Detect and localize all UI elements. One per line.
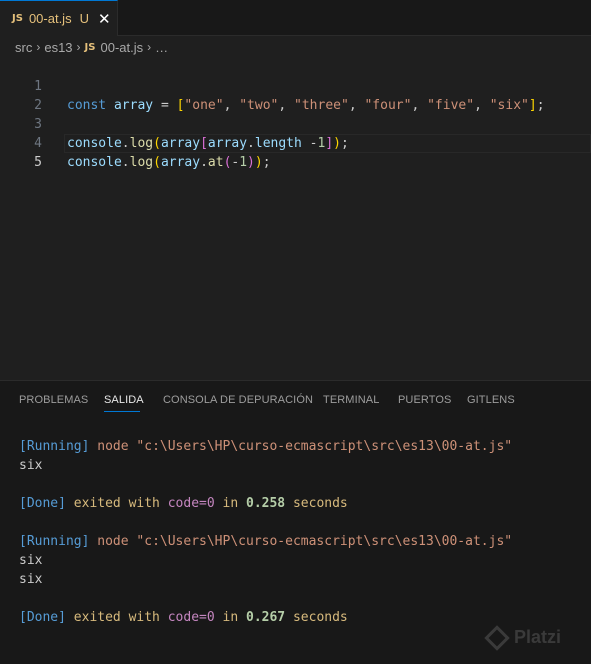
breadcrumb-more[interactable]: … [155, 40, 168, 55]
tab-terminal[interactable]: TERMINAL [323, 394, 379, 406]
output-line: [Running] node "c:\Users\HP\curso-ecmasc… [19, 534, 513, 549]
editor-tab-bar: JS 00-at.js U ✕ [0, 0, 591, 36]
breadcrumb: src › es13 › JS 00-at.js › … [0, 36, 591, 58]
tab-output[interactable]: SALIDA [104, 394, 144, 406]
tab-gitlens[interactable]: GITLENS [467, 394, 515, 406]
js-file-icon: JS [84, 41, 96, 53]
chevron-right-icon: › [36, 40, 41, 54]
code-line: 4 console.log(array.at(-1)); [0, 115, 591, 170]
chevron-right-icon: › [147, 40, 152, 54]
output-line: six [19, 458, 43, 473]
platzi-logo-icon [484, 624, 510, 651]
output-line: [Running] node "c:\Users\HP\curso-ecmasc… [19, 439, 513, 454]
code-line: 1 const array = ["one", "two", "three", … [0, 58, 591, 113]
code-editor[interactable]: 1 const array = ["one", "two", "three", … [0, 58, 591, 380]
output-line: six [19, 572, 43, 587]
active-tab-indicator [104, 411, 140, 412]
breadcrumb-src[interactable]: src [15, 40, 32, 55]
code-line: 3 console.log(array[array.length -1]); [0, 96, 591, 151]
platzi-watermark: Platzi [484, 624, 562, 651]
code-text: console.log(array.at(-1)); [67, 155, 271, 170]
file-tab[interactable]: JS 00-at.js U ✕ [0, 0, 118, 36]
code-line: 5 [0, 134, 591, 170]
watermark-text: Platzi [514, 627, 562, 647]
code-line: 2 [0, 77, 591, 113]
chevron-right-icon: › [76, 40, 81, 54]
line-number: 5 [34, 155, 42, 170]
breadcrumb-es13[interactable]: es13 [44, 40, 72, 55]
tab-ports[interactable]: PUERTOS [398, 394, 451, 406]
bottom-panel: PROBLEMAS SALIDA CONSOLA DE DEPURACIÓN T… [0, 380, 591, 664]
tab-debug-console[interactable]: CONSOLA DE DEPURACIÓN [163, 394, 313, 406]
panel-tabs: PROBLEMAS SALIDA CONSOLA DE DEPURACIÓN T… [0, 381, 591, 419]
breadcrumb-file[interactable]: 00-at.js [100, 40, 143, 55]
tab-problems[interactable]: PROBLEMAS [19, 394, 88, 406]
js-file-icon: JS [12, 13, 23, 24]
git-status-badge: U [79, 11, 89, 26]
tab-filename: 00-at.js [28, 11, 72, 26]
output-line: [Done] exited with code=0 in 0.267 secon… [19, 610, 348, 625]
close-icon[interactable]: ✕ [98, 10, 111, 28]
output-line: [Done] exited with code=0 in 0.258 secon… [19, 496, 348, 511]
output-line: six [19, 553, 43, 568]
